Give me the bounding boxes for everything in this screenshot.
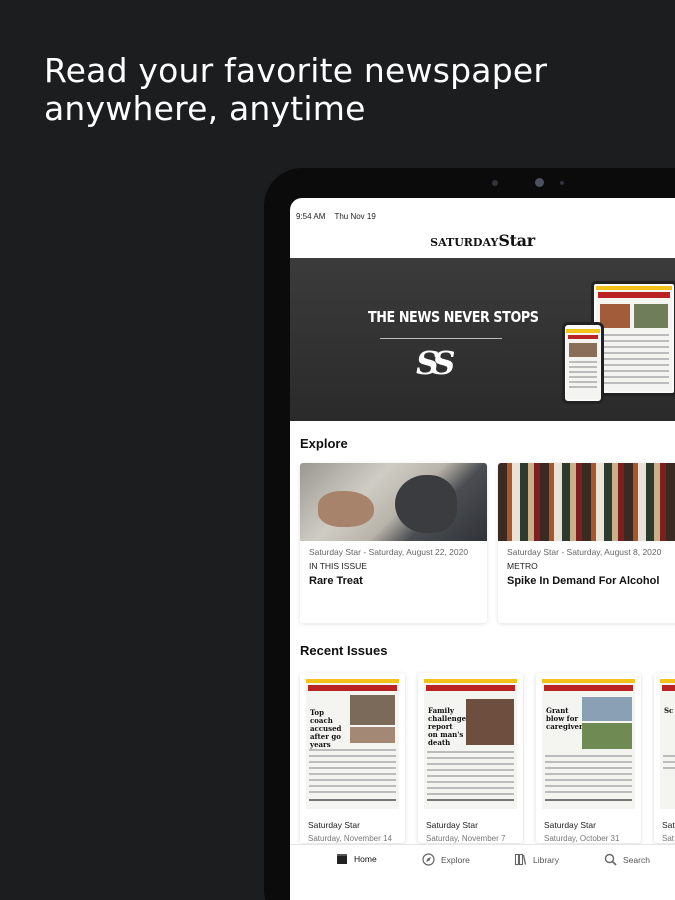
tab-search[interactable]: Search xyxy=(604,853,650,866)
compass-icon xyxy=(422,853,435,866)
explore-card-meta: Saturday Star - Saturday, August 22, 202… xyxy=(309,547,469,557)
explore-card-image xyxy=(498,463,675,541)
explore-card-meta: Saturday Star - Saturday, August 8, 2020 xyxy=(507,547,662,557)
issue-card[interactable]: Sc Sat Sat xyxy=(654,673,675,843)
issue-cover: Sc xyxy=(660,679,675,809)
status-date: Thu Nov 19 xyxy=(334,212,376,221)
issue-cover: Grant blow for caregivers xyxy=(542,679,635,809)
explore-card-title: Spike In Demand For Alcohol xyxy=(507,575,660,587)
issue-name: Saturday Star xyxy=(308,820,360,830)
status-bar: 9:54 AM Thu Nov 19 xyxy=(296,212,383,221)
library-icon xyxy=(514,853,527,866)
issue-card[interactable]: Family challenges report on man's death … xyxy=(418,673,523,843)
sensor-dot xyxy=(560,181,564,185)
promo-headline-line-2: anywhere, anytime xyxy=(44,89,366,128)
tab-home[interactable]: Home xyxy=(336,853,377,865)
issue-card[interactable]: Top coach accused after go years Saturda… xyxy=(300,673,405,843)
masthead-prefix: SATURDAY xyxy=(430,236,499,249)
explore-card[interactable]: Saturday Star - Saturday, August 22, 202… xyxy=(300,463,487,623)
tab-search-label: Search xyxy=(623,854,650,865)
issue-cover-headline: Family challenges report on man's death xyxy=(428,706,471,747)
explore-title: Explore xyxy=(300,436,348,451)
promo-headline: Read your favorite newspaper anywhere, a… xyxy=(44,52,547,128)
sensor-dot xyxy=(492,180,498,186)
explore-card-title: Rare Treat xyxy=(309,575,363,587)
tab-explore[interactable]: Explore xyxy=(422,853,470,866)
issue-date: Saturday, November 7 xyxy=(426,834,506,843)
bottom-tab-bar: Home Explore Library Search xyxy=(290,844,675,900)
explore-card-kicker: IN THIS ISSUE xyxy=(309,561,367,571)
masthead-logo: SATURDAYStar xyxy=(290,231,675,250)
front-camera xyxy=(535,178,544,187)
issue-date: Sat xyxy=(662,834,675,843)
issue-name: Sat xyxy=(662,820,675,830)
issue-cover-headline: Grant blow for caregivers xyxy=(546,706,587,731)
home-icon xyxy=(337,854,347,864)
banner-logo: SS xyxy=(416,344,455,382)
issue-name: Saturday Star xyxy=(544,820,596,830)
issue-card[interactable]: Grant blow for caregivers Saturday Star … xyxy=(536,673,641,843)
banner-phone-image xyxy=(562,322,604,404)
explore-card[interactable]: Saturday Star - Saturday, August 8, 2020… xyxy=(498,463,675,623)
issue-cover-headline: Top coach accused after go years xyxy=(310,708,342,749)
issue-date: Saturday, October 31 xyxy=(544,834,620,843)
recent-issues-title: Recent Issues xyxy=(300,643,388,658)
masthead-name: Star xyxy=(498,231,535,250)
tab-home-label: Home xyxy=(354,854,377,864)
explore-card-kicker: METRO xyxy=(507,561,538,571)
banner-tagline: THE NEWS NEVER STOPS xyxy=(368,308,539,326)
tab-library-label: Library xyxy=(533,854,559,865)
promo-banner[interactable]: THE NEWS NEVER STOPS SS xyxy=(290,258,675,421)
explore-card-image xyxy=(300,463,487,541)
app-screen: 9:54 AM Thu Nov 19 SATURDAYStar THE NEWS… xyxy=(290,198,675,900)
promo-headline-line-1: Read your favorite newspaper xyxy=(44,51,548,90)
tab-library[interactable]: Library xyxy=(514,853,559,866)
issue-date: Saturday, November 14 xyxy=(308,834,392,843)
status-time: 9:54 AM xyxy=(296,212,326,221)
issue-cover-headline: Sc xyxy=(664,706,674,715)
tab-explore-label: Explore xyxy=(441,854,470,865)
issue-cover: Top coach accused after go years xyxy=(306,679,399,809)
banner-divider xyxy=(380,338,502,339)
issue-name: Saturday Star xyxy=(426,820,478,830)
issue-cover: Family challenges report on man's death xyxy=(424,679,517,809)
search-icon xyxy=(604,853,617,866)
